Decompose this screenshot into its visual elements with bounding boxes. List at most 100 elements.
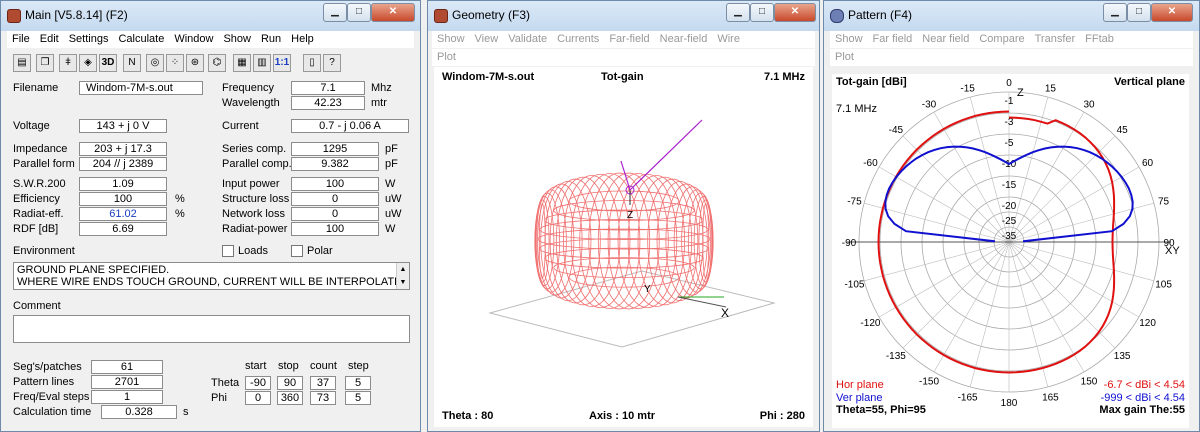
menu-compare[interactable]: Compare bbox=[974, 31, 1029, 48]
target-icon[interactable]: ⊛ bbox=[186, 54, 204, 72]
main-menubar: File Edit Settings Calculate Window Show Run He… bbox=[7, 31, 414, 48]
calc-time-unit: s bbox=[183, 406, 189, 418]
x-axis-label: X bbox=[721, 306, 729, 320]
phi-start-field[interactable]: 0 bbox=[245, 391, 271, 405]
menu-calculate[interactable]: Calculate bbox=[113, 31, 169, 48]
maximize-button[interactable]: □ bbox=[1127, 3, 1151, 22]
menu-fftab[interactable]: FFtab bbox=[1080, 31, 1119, 48]
geometry-3d-plot: Z Y X bbox=[488, 119, 776, 348]
menu-plot[interactable]: Plot bbox=[830, 49, 859, 66]
wire-icon[interactable]: ⌬ bbox=[208, 54, 226, 72]
menu-view[interactable]: View bbox=[470, 31, 504, 48]
menu-plot[interactable]: Plot bbox=[432, 49, 461, 66]
maximize-button[interactable]: □ bbox=[750, 3, 774, 22]
main-titlebar[interactable]: Main [V5.8.14] (F2) ▁ □ ✕ bbox=[1, 1, 420, 31]
menu-validate[interactable]: Validate bbox=[503, 31, 552, 48]
calc-icon[interactable]: ▦ bbox=[233, 54, 251, 72]
menu-show[interactable]: Show bbox=[432, 31, 470, 48]
maximize-button[interactable]: □ bbox=[347, 3, 371, 22]
pattern-canvas[interactable]: Tot-gain [dBi] Vertical plane 7.1 MHz 01… bbox=[832, 74, 1189, 428]
cube-icon[interactable]: ◈ bbox=[79, 54, 97, 72]
pattern-bottom-right: Max gain The:55 bbox=[1099, 404, 1185, 416]
parallel-comp-field: 9.382 bbox=[291, 157, 379, 171]
theta-step-field[interactable]: 5 bbox=[345, 376, 371, 390]
pattern-icon[interactable]: ⁘ bbox=[166, 54, 184, 72]
ratio-icon[interactable]: 1:1 bbox=[273, 54, 291, 72]
copy-icon[interactable]: ❐ bbox=[36, 54, 54, 72]
menu-show[interactable]: Show bbox=[830, 31, 868, 48]
antenna-icon[interactable]: ǂ bbox=[59, 54, 77, 72]
close-button[interactable]: ✕ bbox=[1151, 3, 1193, 22]
close-button[interactable]: ✕ bbox=[774, 3, 816, 22]
minimize-button[interactable]: ▁ bbox=[1103, 3, 1127, 22]
network-loss-label: Network loss bbox=[222, 208, 285, 220]
pattern-titlebar[interactable]: Pattern (F4) ▁ □ ✕ bbox=[824, 1, 1199, 31]
rdf-field: 6.69 bbox=[79, 222, 167, 236]
menu-window[interactable]: Window bbox=[169, 31, 218, 48]
impedance-label: Impedance bbox=[13, 143, 68, 155]
environment-label: Environment bbox=[13, 245, 75, 257]
grid-header-start: start bbox=[245, 360, 267, 372]
phi-step-field[interactable]: 5 bbox=[345, 391, 371, 405]
comment-textbox[interactable] bbox=[13, 315, 410, 343]
theta-stop-field[interactable]: 90 bbox=[277, 376, 303, 390]
open-icon[interactable]: ▤ bbox=[13, 54, 31, 72]
angle-label: -135 bbox=[886, 351, 906, 362]
menu-near-field[interactable]: Near-field bbox=[655, 31, 713, 48]
calc-time-label: Calculation time bbox=[13, 406, 92, 418]
minimize-button[interactable]: ▁ bbox=[323, 3, 347, 22]
swr-icon[interactable]: ▥ bbox=[253, 54, 271, 72]
book-icon[interactable]: ▯ bbox=[303, 54, 321, 72]
phi-count-field[interactable]: 73 bbox=[310, 391, 336, 405]
globe-icon[interactable]: ◎ bbox=[146, 54, 164, 72]
filename-field[interactable]: Windom-7M-s.out bbox=[79, 81, 203, 95]
frequency-field[interactable]: 7.1 bbox=[291, 81, 365, 95]
angle-label: 75 bbox=[1158, 197, 1170, 208]
pattern-menubar-2: Plot bbox=[830, 49, 1193, 66]
angle-label: 60 bbox=[1142, 158, 1154, 169]
ng-icon[interactable]: N bbox=[123, 54, 141, 72]
loads-checkbox[interactable] bbox=[222, 245, 234, 257]
menu-transfer[interactable]: Transfer bbox=[1030, 31, 1081, 48]
input-power-field[interactable]: 100 bbox=[291, 177, 379, 191]
ring-label: -20 bbox=[1002, 201, 1017, 212]
efficiency-field: 100 bbox=[79, 192, 167, 206]
ring-label: -15 bbox=[1002, 180, 1017, 191]
main-window: Main [V5.8.14] (F2) ▁ □ ✕ File Edit Settin… bbox=[0, 0, 421, 432]
app-icon bbox=[830, 9, 844, 23]
help-icon[interactable]: ? bbox=[323, 54, 341, 72]
environment-textbox[interactable]: GROUND PLANE SPECIFIED. WHERE WIRE ENDS … bbox=[13, 262, 410, 290]
menu-file[interactable]: File bbox=[7, 31, 35, 48]
ring-label: -1 bbox=[1005, 96, 1014, 107]
menu-run[interactable]: Run bbox=[256, 31, 286, 48]
voltage-field: 143 + j 0 V bbox=[79, 119, 167, 133]
menu-wire[interactable]: Wire bbox=[712, 31, 745, 48]
polar-checkbox[interactable] bbox=[291, 245, 303, 257]
current-label: Current bbox=[222, 120, 259, 132]
theta-count-field[interactable]: 37 bbox=[310, 376, 336, 390]
parallel-form-field: 204 // j 2389 bbox=[79, 157, 167, 171]
x-axis bbox=[677, 296, 727, 308]
hor-plane-range: -6.7 < dBi < 4.54 bbox=[1103, 379, 1185, 391]
polar-label: Polar bbox=[307, 245, 333, 257]
close-button[interactable]: ✕ bbox=[371, 3, 415, 22]
environment-scrollbar[interactable]: ▲ ▼ bbox=[396, 263, 409, 289]
rdf-label: RDF [dB] bbox=[13, 223, 59, 235]
menu-edit[interactable]: Edit bbox=[35, 31, 64, 48]
geometry-titlebar[interactable]: Geometry (F3) ▁ □ ✕ bbox=[428, 1, 819, 31]
menu-far-field[interactable]: Far-field bbox=[604, 31, 654, 48]
menu-near-field[interactable]: Near field bbox=[917, 31, 974, 48]
frequency-label: Frequency bbox=[222, 82, 274, 94]
geometry-canvas[interactable]: Windom-7M-s.out Tot-gain 7.1 MHz Z Y X The… bbox=[434, 67, 813, 427]
menu-settings[interactable]: Settings bbox=[64, 31, 114, 48]
3d-icon[interactable]: 3D bbox=[99, 54, 117, 72]
phi-stop-field[interactable]: 360 bbox=[277, 391, 303, 405]
menu-help[interactable]: Help bbox=[286, 31, 319, 48]
freq-eval-field: 1 bbox=[91, 390, 163, 404]
menu-currents[interactable]: Currents bbox=[552, 31, 604, 48]
minimize-button[interactable]: ▁ bbox=[726, 3, 750, 22]
menu-show[interactable]: Show bbox=[218, 31, 256, 48]
menu-far-field[interactable]: Far field bbox=[868, 31, 918, 48]
z-axis-label: Z bbox=[1017, 87, 1024, 99]
theta-start-field[interactable]: -90 bbox=[245, 376, 271, 390]
